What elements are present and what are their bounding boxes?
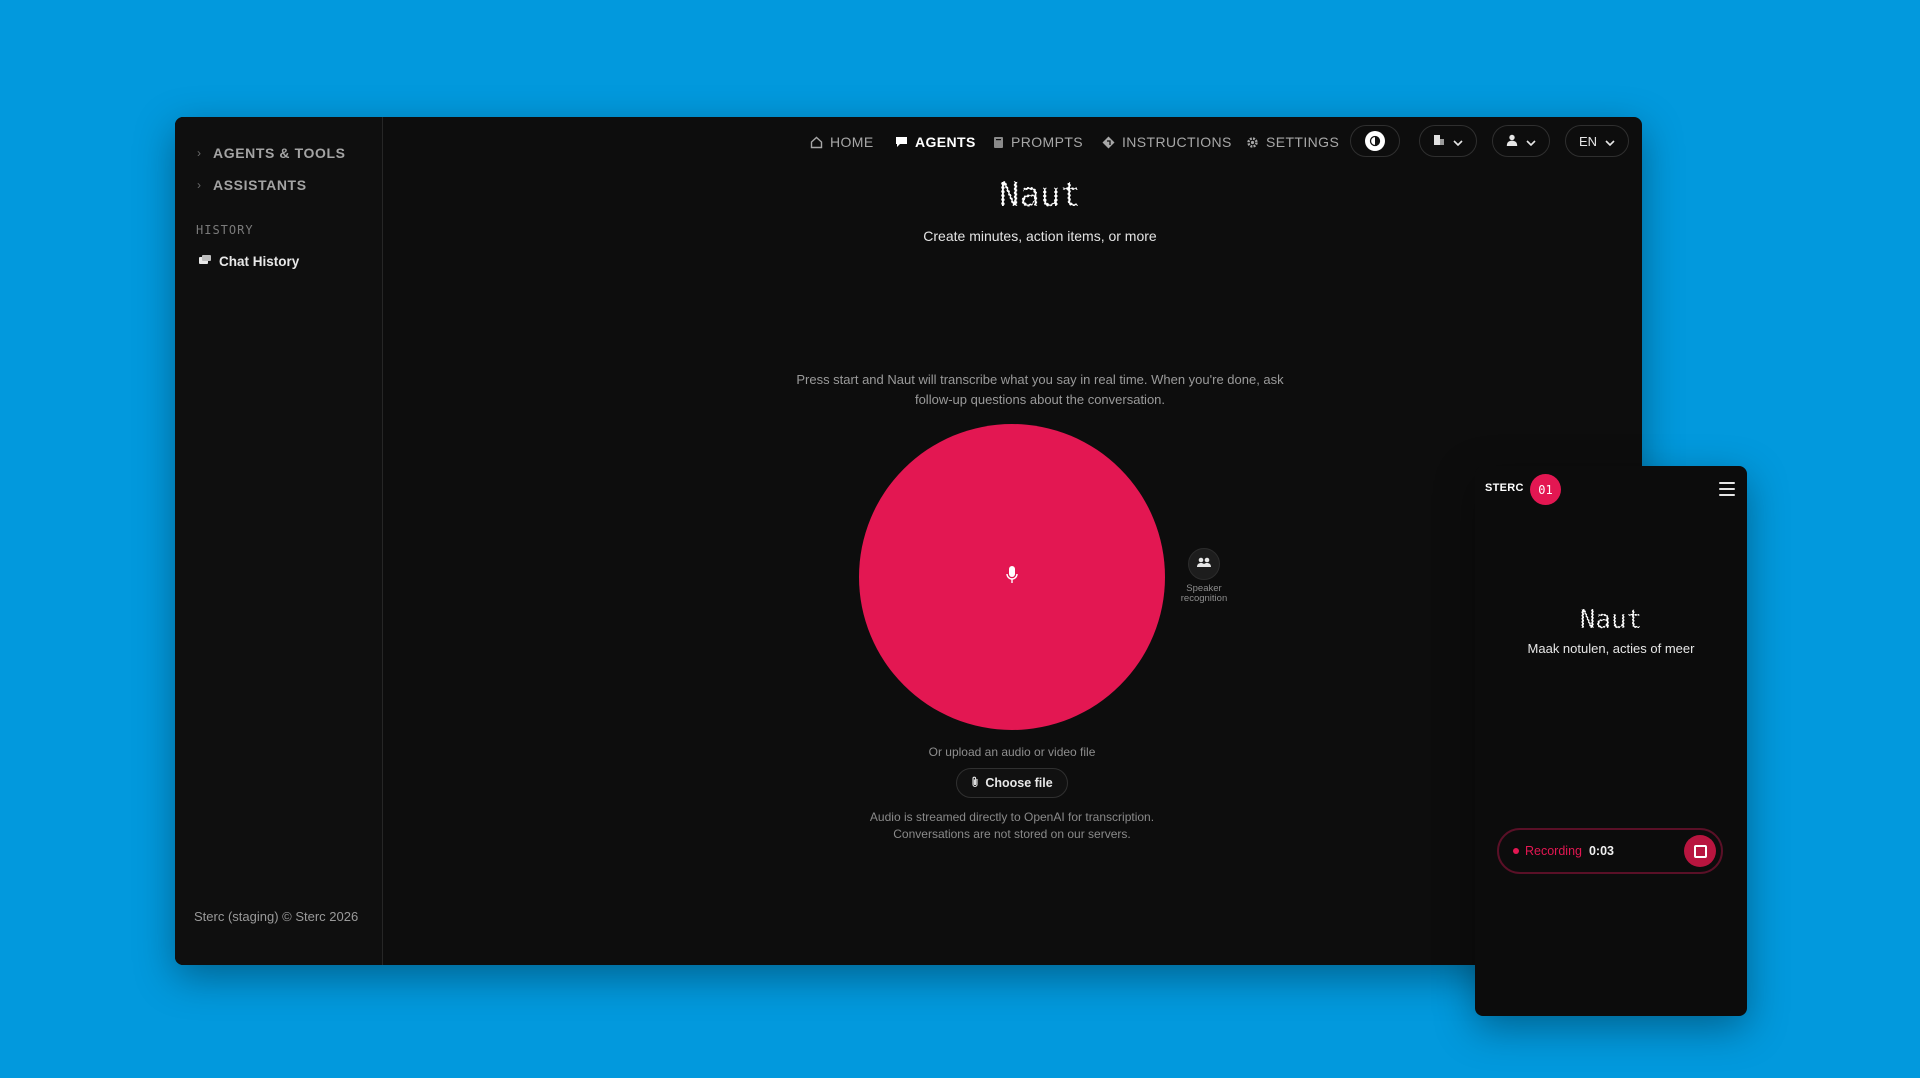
language-dropdown[interactable]: EN (1565, 125, 1629, 157)
svg-text:Naut: Naut (999, 179, 1081, 213)
sidebar-item-chat-history[interactable]: Chat History (199, 254, 299, 269)
language-label: EN (1578, 133, 1598, 149)
stop-recording-button[interactable] (1684, 835, 1716, 867)
page-title: Naut (1571, 606, 1651, 634)
speaker-recognition-label: Speaker recognition (1180, 583, 1228, 604)
page-subtitle: Create minutes, action items, or more (923, 228, 1157, 244)
nav-label: INSTRUCTIONS (1122, 134, 1232, 150)
menu-icon[interactable] (1719, 482, 1735, 496)
svg-text:Naut: Naut (1580, 606, 1643, 634)
chevron-right-icon: › (197, 178, 202, 192)
chevron-down-icon (1605, 134, 1615, 149)
sidebar-item-label: Chat History (219, 254, 300, 269)
privacy-disclaimer: Audio is streamed directly to OpenAI for… (785, 809, 1239, 843)
nav-label: SETTINGS (1266, 134, 1340, 150)
chevron-down-icon (1453, 134, 1463, 149)
start-recording-button[interactable] (859, 424, 1165, 730)
organization-dropdown[interactable] (1419, 125, 1477, 157)
history-heading: HISTORY (196, 223, 254, 237)
home-icon (810, 136, 823, 149)
choose-file-label: Choose file (985, 776, 1053, 790)
page-title: Naut (960, 179, 1120, 213)
sidebar: › AGENTS & TOOLS › ASSISTANTS HISTORY Ch… (175, 117, 383, 965)
speaker-recognition-button[interactable] (1188, 548, 1220, 580)
sidebar-item-label: ASSISTANTS (213, 177, 307, 193)
disclaimer-line: Audio is streamed directly to OpenAI for… (869, 810, 1155, 824)
prompts-icon (993, 136, 1004, 149)
user-icon (1506, 134, 1518, 149)
desktop-window: › AGENTS & TOOLS › ASSISTANTS HISTORY Ch… (175, 117, 1642, 965)
nav-agents[interactable]: AGENTS (895, 134, 976, 150)
upload-hint: Or upload an audio or video file (928, 745, 1096, 759)
building-icon (1433, 134, 1445, 149)
recording-bar: Recording 0:03 (1497, 828, 1723, 874)
top-navigation: HOME AGENTS PROMPTS INSTRUCTIONS SETTING… (175, 117, 1642, 167)
recording-label: Recording (1525, 844, 1582, 858)
chevron-down-icon (1526, 134, 1536, 149)
agents-icon (895, 136, 908, 148)
speaker-recognition-icon (1196, 555, 1212, 573)
brand-logo[interactable]: STERC (1485, 482, 1524, 494)
chat-icon (199, 254, 211, 269)
nav-label: HOME (830, 134, 874, 150)
nav-prompts[interactable]: PROMPTS (993, 134, 1083, 150)
nav-instructions[interactable]: INSTRUCTIONS (1102, 134, 1232, 150)
recording-timer: 0:03 (1588, 844, 1615, 858)
notification-badge[interactable]: 01 (1530, 474, 1561, 505)
theme-icon (1365, 131, 1385, 151)
footer-copyright: Sterc (staging) © Sterc 2026 (194, 909, 359, 924)
user-menu-dropdown[interactable] (1492, 125, 1550, 157)
nav-settings[interactable]: SETTINGS (1246, 134, 1339, 150)
settings-icon (1246, 136, 1259, 149)
nav-home[interactable]: HOME (810, 134, 874, 150)
recording-dot-icon (1513, 848, 1519, 854)
sidebar-item-assistants[interactable]: › ASSISTANTS (197, 177, 307, 193)
microphone-icon (1006, 565, 1018, 589)
disclaimer-line: Conversations are not stored on our serv… (893, 827, 1131, 841)
choose-file-button[interactable]: Choose file (956, 768, 1068, 798)
page-subtitle: Maak notulen, acties of meer (1527, 641, 1695, 656)
theme-toggle[interactable] (1350, 125, 1400, 157)
instructions-icon (1102, 136, 1115, 149)
nav-label: PROMPTS (1011, 134, 1084, 150)
instructions-text: Press start and Naut will transcribe wha… (796, 372, 1284, 407)
mobile-window: STERC 01 Naut Maak notulen, acties of me… (1475, 466, 1747, 1016)
nav-label: AGENTS (915, 134, 976, 150)
stop-icon (1693, 844, 1707, 858)
paperclip-icon (971, 776, 979, 791)
